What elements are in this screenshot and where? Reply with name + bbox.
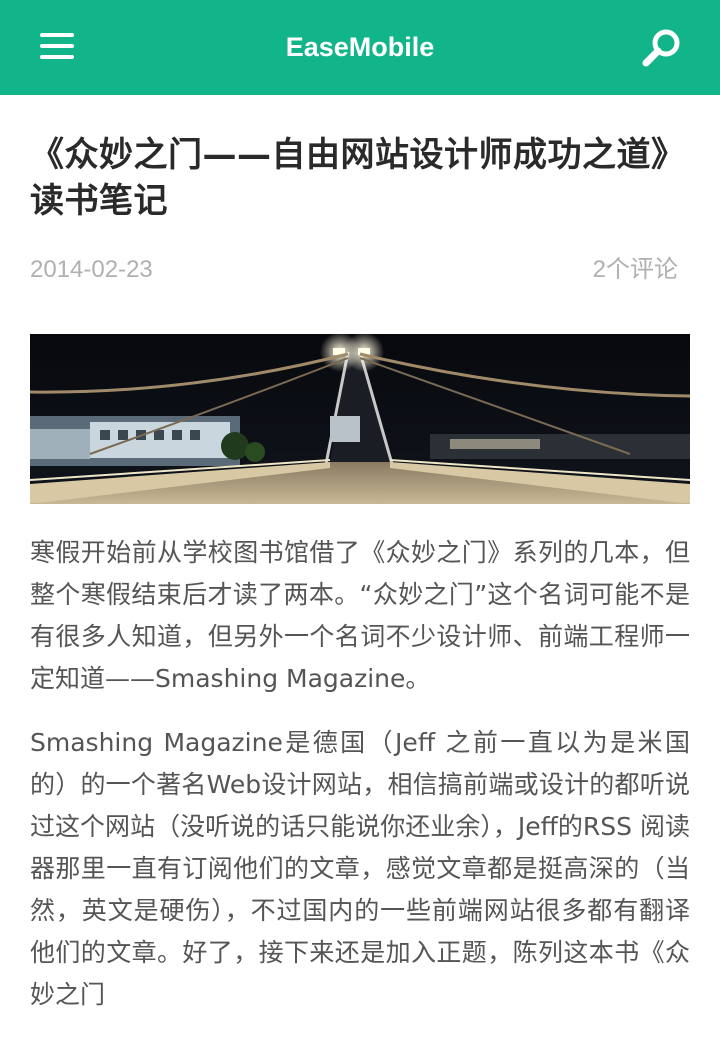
article-paragraph: Smashing Magazine是德国（Jeff 之前一直以为是米国的）的一个… [30, 728, 690, 1009]
article-date: 2014-02-23 [30, 256, 153, 283]
article: 《众妙之门——自由网站设计师成功之道》读书笔记 2014-02-23 2个评论 [30, 95, 690, 1016]
article-cover-image [30, 334, 690, 504]
app-header: EaseMobile [0, 0, 720, 95]
article-title: 《众妙之门——自由网站设计师成功之道》读书笔记 [30, 135, 686, 221]
comments-link[interactable]: 2个评论 [593, 254, 678, 286]
app-title: EaseMobile [285, 32, 435, 62]
article-meta: 2014-02-23 2个评论 [30, 254, 690, 286]
search-icon[interactable] [640, 26, 684, 70]
article-paragraph: 寒假开始前从学校图书馆借了《众妙之门》系列的几本，但整个寒假结束后才读了两本。“… [30, 538, 690, 693]
